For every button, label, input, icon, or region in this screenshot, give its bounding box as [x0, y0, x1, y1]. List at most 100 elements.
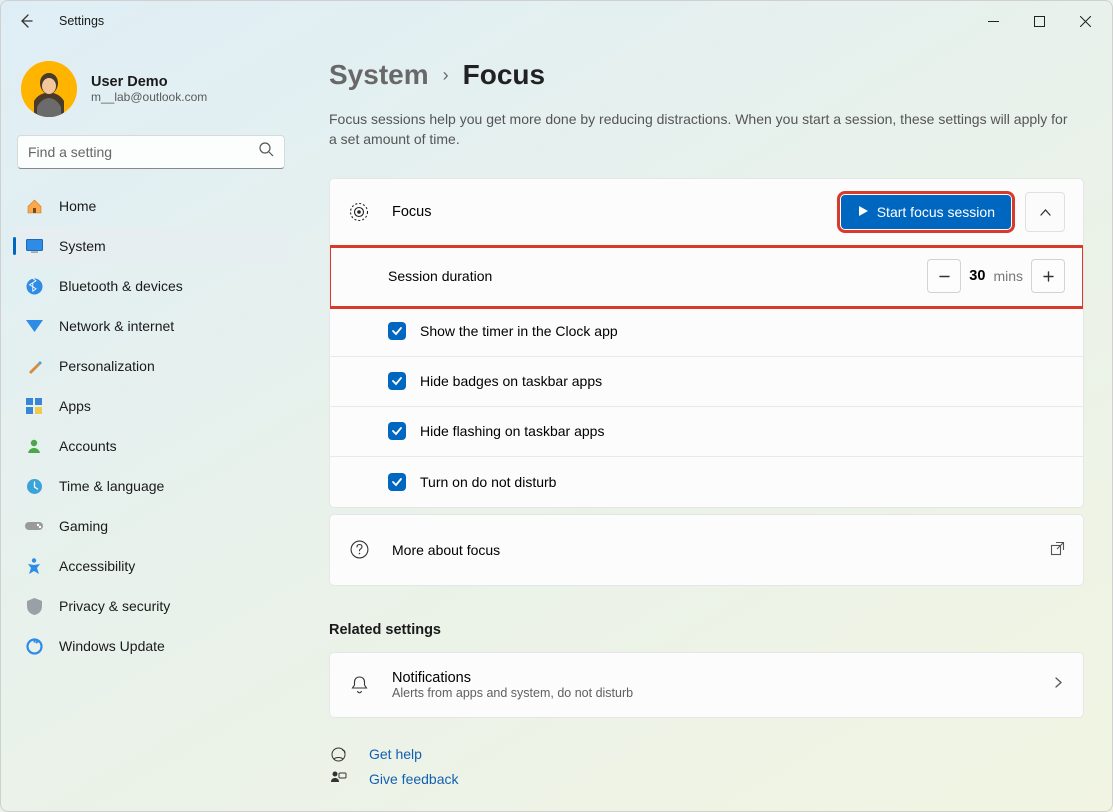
option-timer-row[interactable]: Show the timer in the Clock app — [330, 307, 1083, 357]
external-link-icon — [1050, 541, 1065, 559]
option-badges-row[interactable]: Hide badges on taskbar apps — [330, 357, 1083, 407]
collapse-button[interactable] — [1025, 192, 1065, 232]
user-block[interactable]: User Demo m__lab@outlook.com — [13, 55, 289, 135]
network-icon — [25, 317, 43, 335]
more-about-focus-label: More about focus — [392, 542, 500, 558]
gaming-icon — [25, 517, 43, 535]
session-duration-row: Session duration 30 mins — [330, 247, 1083, 307]
bluetooth-icon — [25, 277, 43, 295]
minimize-button[interactable] — [970, 5, 1016, 37]
close-button[interactable] — [1062, 5, 1108, 37]
breadcrumb-current: Focus — [463, 59, 545, 91]
breadcrumb-parent[interactable]: System — [329, 59, 429, 91]
user-name: User Demo — [91, 74, 207, 90]
nav-home[interactable]: Home — [13, 187, 289, 225]
nav-update[interactable]: Windows Update — [13, 627, 289, 665]
duration-value: 30 — [969, 268, 985, 284]
option-dnd-label: Turn on do not disturb — [420, 474, 556, 490]
nav-label: Privacy & security — [59, 598, 170, 614]
nav-system[interactable]: System — [13, 227, 289, 265]
user-email: m__lab@outlook.com — [91, 90, 207, 104]
session-duration-label: Session duration — [388, 268, 492, 284]
checkbox-dnd[interactable] — [388, 473, 406, 491]
get-help-link[interactable]: Get help — [369, 746, 422, 762]
breadcrumb: System › Focus — [329, 59, 1084, 91]
nav-label: Personalization — [59, 358, 155, 374]
nav-network[interactable]: Network & internet — [13, 307, 289, 345]
nav-gaming[interactable]: Gaming — [13, 507, 289, 545]
focus-header-label: Focus — [392, 204, 432, 220]
nav-time[interactable]: Time & language — [13, 467, 289, 505]
search-input[interactable] — [28, 144, 259, 160]
back-button[interactable] — [9, 4, 43, 38]
decrease-duration-button[interactable] — [927, 259, 961, 293]
nav-label: System — [59, 238, 106, 254]
nav-apps[interactable]: Apps — [13, 387, 289, 425]
maximize-button[interactable] — [1016, 5, 1062, 37]
search-icon — [259, 142, 274, 162]
nav: Home System Bluetooth & devices Network … — [13, 187, 289, 665]
nav-label: Gaming — [59, 518, 108, 534]
main-content: System › Focus Focus sessions help you g… — [301, 41, 1112, 811]
chevron-right-icon: › — [443, 65, 449, 86]
accessibility-icon — [25, 557, 43, 575]
notifications-subtitle: Alerts from apps and system, do not dist… — [392, 686, 633, 700]
accounts-icon — [25, 437, 43, 455]
start-focus-button[interactable]: Start focus session — [841, 195, 1011, 229]
avatar — [21, 61, 77, 117]
page-subtitle: Focus sessions help you get more done by… — [329, 109, 1069, 150]
nav-privacy[interactable]: Privacy & security — [13, 587, 289, 625]
more-about-focus-card[interactable]: More about focus — [329, 514, 1084, 586]
chevron-right-icon — [1052, 676, 1065, 694]
support-icon — [329, 746, 347, 763]
notifications-card[interactable]: Notifications Alerts from apps and syste… — [329, 652, 1084, 718]
nav-accessibility[interactable]: Accessibility — [13, 547, 289, 585]
time-icon — [25, 477, 43, 495]
option-dnd-row[interactable]: Turn on do not disturb — [330, 457, 1083, 507]
play-icon — [857, 204, 869, 220]
nav-label: Windows Update — [59, 638, 165, 654]
option-timer-label: Show the timer in the Clock app — [420, 323, 618, 339]
nav-accounts[interactable]: Accounts — [13, 427, 289, 465]
sidebar: User Demo m__lab@outlook.com Home System… — [1, 41, 301, 811]
personalization-icon — [25, 357, 43, 375]
increase-duration-button[interactable] — [1031, 259, 1065, 293]
update-icon — [25, 637, 43, 655]
search-box[interactable] — [17, 135, 285, 169]
duration-unit: mins — [993, 268, 1023, 284]
focus-card: Focus Start focus session Session durati… — [329, 178, 1084, 508]
bell-icon — [348, 675, 370, 695]
start-focus-label: Start focus session — [877, 204, 995, 220]
option-flashing-label: Hide flashing on taskbar apps — [420, 423, 604, 439]
help-icon — [348, 540, 370, 559]
get-help-row[interactable]: Get help — [329, 746, 1084, 763]
window-title: Settings — [59, 14, 104, 28]
nav-bluetooth[interactable]: Bluetooth & devices — [13, 267, 289, 305]
nav-label: Home — [59, 198, 96, 214]
titlebar: Settings — [1, 1, 1112, 41]
checkbox-timer[interactable] — [388, 322, 406, 340]
nav-label: Bluetooth & devices — [59, 278, 183, 294]
feedback-icon — [329, 771, 347, 787]
nav-label: Apps — [59, 398, 91, 414]
give-feedback-link[interactable]: Give feedback — [369, 771, 459, 787]
notifications-title: Notifications — [392, 670, 633, 686]
option-flashing-row[interactable]: Hide flashing on taskbar apps — [330, 407, 1083, 457]
checkbox-badges[interactable] — [388, 372, 406, 390]
window-controls — [970, 5, 1108, 37]
focus-header-row[interactable]: Focus Start focus session — [330, 179, 1083, 247]
checkbox-flashing[interactable] — [388, 422, 406, 440]
privacy-icon — [25, 597, 43, 615]
system-icon — [25, 237, 43, 255]
focus-icon — [348, 202, 370, 222]
nav-label: Network & internet — [59, 318, 174, 334]
option-badges-label: Hide badges on taskbar apps — [420, 373, 602, 389]
give-feedback-row[interactable]: Give feedback — [329, 771, 1084, 807]
nav-label: Accessibility — [59, 558, 135, 574]
nav-personalization[interactable]: Personalization — [13, 347, 289, 385]
related-settings-heading: Related settings — [329, 622, 1084, 638]
nav-label: Accounts — [59, 438, 117, 454]
apps-icon — [25, 397, 43, 415]
home-icon — [25, 197, 43, 215]
nav-label: Time & language — [59, 478, 164, 494]
